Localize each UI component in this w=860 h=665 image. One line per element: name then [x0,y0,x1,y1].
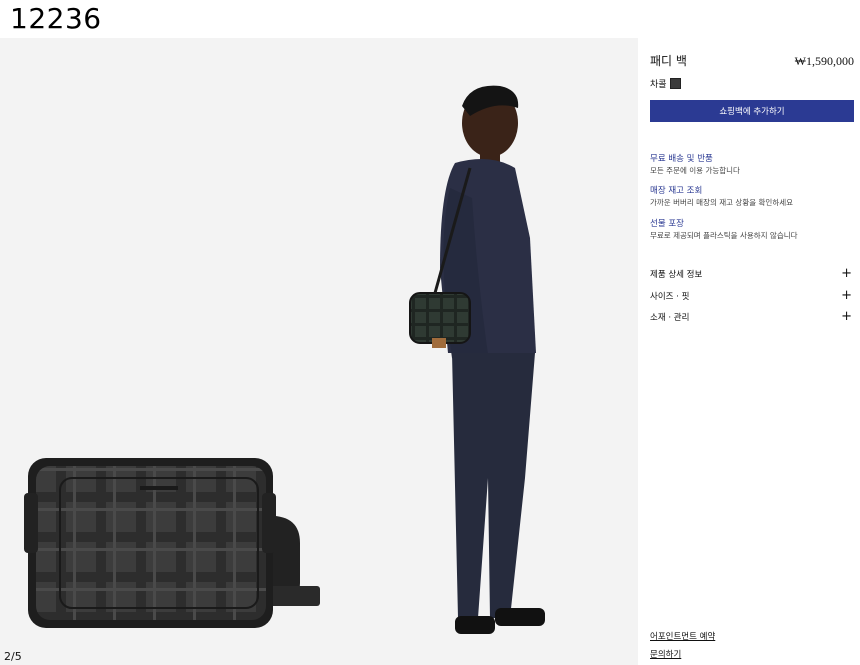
product-panel: 패디 백 ₩1,590,000 차콜 쇼핑백에 추가하기 무료 배송 및 반품 … [638,38,860,665]
gallery-pager: 2/5 [4,650,22,663]
product-gallery[interactable]: 2/5 [0,38,638,665]
service-gift-wrap[interactable]: 선물 포장 무료로 제공되며 플라스틱을 사용하지 않습니다 [650,218,798,241]
product-name: 패디 백 [650,54,687,68]
contact-link[interactable]: 문의하기 [650,648,681,660]
color-label: 차콜 [650,80,667,90]
service-title[interactable]: 선물 포장 [650,218,798,230]
accordion-label: 소재 · 관리 [650,313,690,323]
service-title[interactable]: 무료 배송 및 반품 [650,153,740,165]
service-desc: 무료로 제공되며 플라스틱을 사용하지 않습니다 [650,231,798,240]
service-desc: 모든 주문에 이용 가능합니다 [650,166,740,175]
service-free-shipping[interactable]: 무료 배송 및 반품 모든 주문에 이용 가능합니다 [650,153,740,176]
accordion-product-details[interactable]: 제품 상세 정보 + [650,267,852,280]
book-appointment-link[interactable]: 어포인트먼트 예약 [650,630,715,642]
plus-icon[interactable]: + [841,289,852,302]
service-store-stock[interactable]: 매장 재고 조회 가까운 버버리 매장의 재고 상황을 확인하세요 [650,185,793,208]
title-row: 패디 백 ₩1,590,000 [650,52,854,69]
service-desc: 가까운 버버리 매장의 재고 상황을 확인하세요 [650,198,794,207]
accordion-label: 제품 상세 정보 [650,270,703,280]
color-selector: 차콜 [650,77,681,90]
color-swatch[interactable] [669,78,681,89]
product-image [24,85,545,634]
accordion-material-care[interactable]: 소재 · 관리 + [650,310,852,323]
service-title[interactable]: 매장 재고 조회 [650,185,793,197]
accordion-size-fit[interactable]: 사이즈 · 핏 + [650,289,852,302]
model-photo [409,85,545,634]
bag-photo [24,458,320,628]
product-price: ₩1,590,000 [794,54,854,68]
accordion-label: 사이즈 · 핏 [650,292,690,302]
plus-icon[interactable]: + [841,267,852,280]
add-to-bag-button[interactable]: 쇼핑백에 추가하기 [650,100,854,122]
plus-icon[interactable]: + [841,310,852,323]
page-id-label: 12236 [10,2,102,35]
